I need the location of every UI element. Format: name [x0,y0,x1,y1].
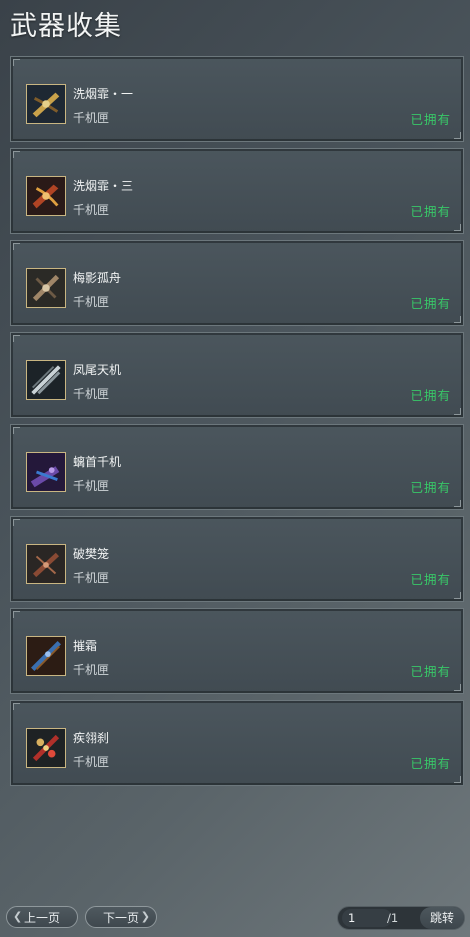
owned-status: 已拥有 [410,112,451,127]
weapon-category: 千机匣 [73,111,110,125]
weapon-category: 千机匣 [73,295,110,309]
weapon-list: 洗烟霏・一 千机匣 已拥有 洗烟霏・三 千机匣 已拥有 梅影孤舟 千机匣 已拥有… [10,56,464,792]
weapon-blade-silver-icon [26,360,66,400]
weapon-category: 千机匣 [73,479,110,493]
page-title: 武器收集 [10,11,122,42]
weapon-card[interactable]: 摧霜 千机匣 已拥有 [10,608,464,694]
weapon-name: 螭首千机 [73,455,122,469]
chevron-left-icon: ❮ [13,910,23,923]
weapon-name: 洗烟霏・一 [73,87,134,101]
weapon-card[interactable]: 螭首千机 千机匣 已拥有 [10,424,464,510]
owned-status: 已拥有 [410,296,451,311]
weapon-crossbow-rust-icon [26,544,66,584]
owned-status: 已拥有 [410,664,451,679]
weapon-name: 破樊笼 [73,547,110,561]
weapon-name: 凤尾天机 [73,363,122,377]
page-number-input[interactable]: 1 [342,909,392,927]
weapon-card[interactable]: 凤尾天机 千机匣 已拥有 [10,332,464,418]
weapon-name: 摧霜 [73,639,98,653]
weapon-name: 疾翎刹 [73,731,110,745]
page-total: /1 [387,911,399,925]
weapon-crossbow-red-icon [26,176,66,216]
owned-status: 已拥有 [410,204,451,219]
weapon-card[interactable]: 洗烟霏・三 千机匣 已拥有 [10,148,464,234]
weapon-category: 千机匣 [73,203,110,217]
weapon-crossbow-gold-icon [26,84,66,124]
owned-status: 已拥有 [410,572,451,587]
owned-status: 已拥有 [410,756,451,771]
weapon-category: 千机匣 [73,387,110,401]
prev-page-label: 上一页 [23,910,60,925]
weapon-card[interactable]: 梅影孤舟 千机匣 已拥有 [10,240,464,326]
weapon-name: 梅影孤舟 [73,271,122,285]
page-jump: 1 /1 跳转 [337,906,465,930]
weapon-category: 千机匣 [73,663,110,677]
weapon-card[interactable]: 洗烟霏・一 千机匣 已拥有 [10,56,464,142]
next-page-label: 下一页 [102,910,139,925]
weapon-card[interactable]: 破樊笼 千机匣 已拥有 [10,516,464,602]
weapon-category: 千机匣 [73,755,110,769]
weapon-card[interactable]: 疾翎刹 千机匣 已拥有 [10,700,464,786]
weapon-category: 千机匣 [73,571,110,585]
jump-button[interactable]: 跳转 [420,907,464,929]
weapon-name: 洗烟霏・三 [73,179,134,193]
weapon-crossbow-blue-icon [26,636,66,676]
owned-status: 已拥有 [410,388,451,403]
chevron-right-icon: ❯ [140,910,150,923]
weapon-crossbow-purple-icon [26,452,66,492]
weapon-crossbow-bronze-icon [26,268,66,308]
owned-status: 已拥有 [410,480,451,495]
weapon-crossbow-crimson-icon [26,728,66,768]
next-page-button[interactable]: 下一页 ❯ [85,906,157,928]
prev-page-button[interactable]: ❮ 上一页 [6,906,78,928]
